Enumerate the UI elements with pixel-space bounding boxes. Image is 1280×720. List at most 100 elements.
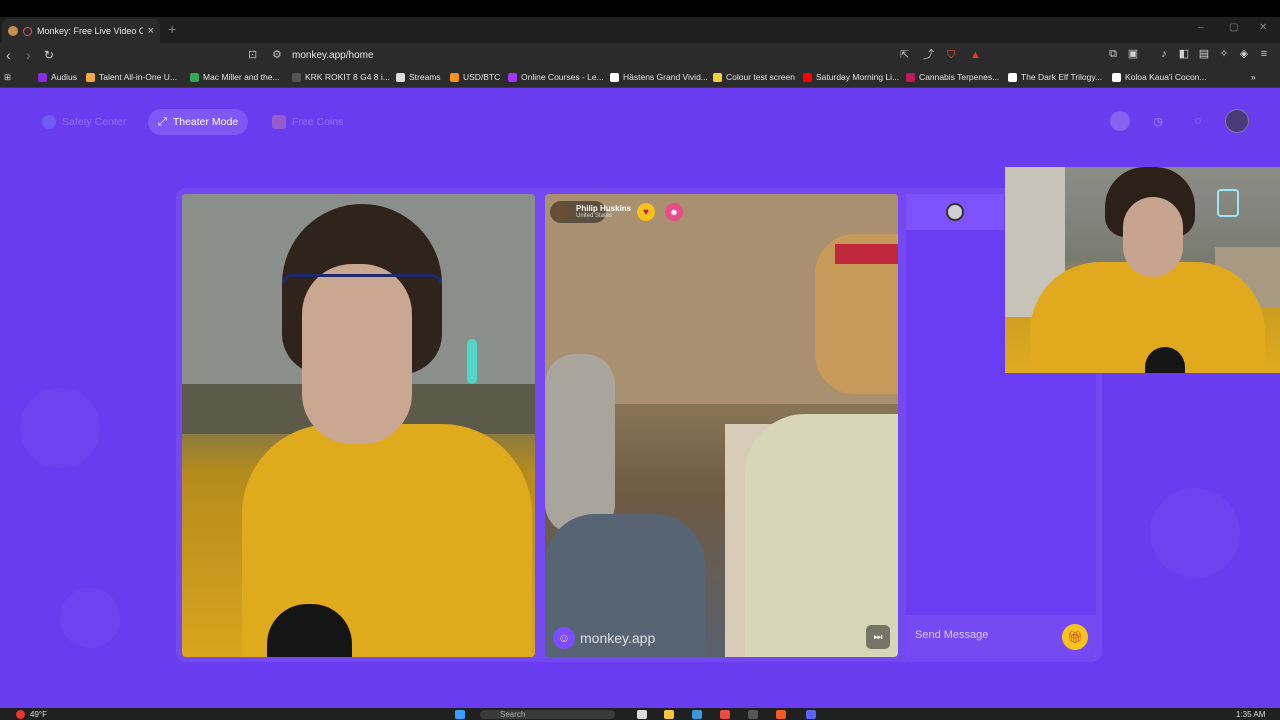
bookmark-item[interactable]: Talent All-in-One U...	[86, 72, 177, 82]
app-icon[interactable]	[748, 710, 758, 719]
messages-icon[interactable]: ◌	[1188, 111, 1208, 131]
clock-time[interactable]: 1:35 AM	[1236, 710, 1265, 719]
theater-mode-button[interactable]: ⤢ Theater Mode	[148, 109, 249, 135]
neon-sign	[1217, 189, 1239, 217]
wallet-icon[interactable]: ▣	[1127, 48, 1139, 60]
bookmark-favicon-icon	[713, 72, 722, 82]
safety-center-link[interactable]: Safety Center	[32, 109, 136, 135]
bookmark-label: Colour test screen	[726, 72, 795, 82]
chat-partner-avatar[interactable]	[946, 203, 964, 221]
bookmark-label: Koloa Kaua'i Cocon...	[1125, 72, 1207, 82]
bookmark-item[interactable]: Hästens Grand Vivid...	[610, 72, 708, 82]
send-message-placeholder: Send Message	[915, 629, 989, 641]
bg-decoration	[60, 588, 120, 648]
monkey-watermark: ☺ monkey.app	[553, 627, 655, 649]
heart-icon[interactable]: ♥	[637, 203, 655, 221]
task-view-icon[interactable]	[637, 710, 647, 719]
menu-icon[interactable]: ≡	[1258, 48, 1270, 60]
bookmark-label: Cannabis Terpenes...	[919, 72, 1000, 82]
bookmark-item[interactable]: Cannabis Terpenes...	[906, 72, 999, 82]
windows-start-icon[interactable]	[455, 710, 465, 719]
bookmark-label: USD/BTC	[463, 72, 501, 82]
weather-text[interactable]: 49°F	[30, 710, 47, 719]
wallet-alt-icon[interactable]: ▤	[1198, 48, 1210, 60]
maximize-button[interactable]: ▢	[1229, 22, 1238, 33]
bookmark-item[interactable]: Koloa Kaua'i Cocon...	[1112, 72, 1206, 82]
bookmark-item[interactable]: USD/BTC	[450, 72, 500, 82]
bookmark-favicon-icon	[1008, 72, 1017, 82]
coins-icon	[272, 115, 286, 129]
store-icon[interactable]	[692, 710, 702, 719]
tab-strip: Monkey: Free Live Video Chat × + – ▢ ✕	[0, 17, 1280, 43]
bookmark-favicon-icon	[292, 72, 301, 82]
bookmark-label: Saturday Morning Li...	[816, 72, 900, 82]
send-message-input[interactable]: Send Message 🎁︎	[906, 615, 1096, 657]
minimize-button[interactable]: –	[1198, 22, 1204, 33]
bookmark-label: Hästens Grand Vivid...	[623, 72, 708, 82]
bookmark-item[interactable]: The Dark Elf Trilogy...	[1008, 72, 1102, 82]
extensions-icon[interactable]: ⧉	[1107, 48, 1119, 60]
chat-header	[906, 194, 1004, 230]
apps-grid-icon[interactable]: ⊞	[4, 72, 11, 83]
brave-rewards-icon[interactable]: ▲	[970, 49, 981, 61]
skip-next-button[interactable]: ⏭	[866, 625, 890, 649]
bookmark-item[interactable]: Streams	[396, 72, 441, 82]
sidebar-icon[interactable]: ◧	[1178, 48, 1190, 60]
music-icon[interactable]: ♪	[1158, 48, 1170, 60]
more-bookmarks-icon[interactable]: »	[1251, 72, 1256, 82]
man-right-shirt	[745, 414, 898, 657]
shield-icon	[42, 115, 56, 129]
gift-icon[interactable]: 🎁︎	[1062, 624, 1088, 650]
bookmark-item[interactable]: Colour test screen	[713, 72, 795, 82]
new-tab-button[interactable]: +	[168, 21, 176, 37]
share-icon[interactable]: ⤴	[923, 49, 934, 61]
bookmark-favicon-icon	[190, 72, 199, 82]
coin-balance-icon[interactable]	[1110, 111, 1130, 131]
bg-decoration	[20, 388, 100, 468]
open-external-icon[interactable]: ⇱	[900, 49, 909, 61]
bookmark-item[interactable]: Saturday Morning Li...	[803, 72, 899, 82]
partner-info-pill[interactable]: Philip Huskins United States	[550, 201, 631, 223]
bookmark-item[interactable]: KRK ROKIT 8 G4 8 i...	[292, 72, 390, 82]
brave-taskbar-icon[interactable]	[776, 710, 786, 719]
address-row: ‹ › ↻ ⊡ ⚙ monkey.app/home ⇱ ⤴ ⛉ ▲ ⧉ ▣ ♪ …	[0, 43, 1280, 68]
leo-ai-icon[interactable]: ✧	[1218, 48, 1230, 60]
site-info-icon[interactable]: ⚙	[272, 49, 282, 61]
red-headband	[835, 244, 898, 264]
windows-taskbar: 49°F Search 1:35 AM	[0, 708, 1280, 720]
weather-badge-icon	[16, 710, 25, 719]
headphones	[282, 274, 442, 284]
bookmark-item[interactable]: Audius	[38, 72, 77, 82]
history-clock-icon[interactable]: ◷	[1148, 111, 1168, 131]
close-window-button[interactable]: ✕	[1259, 22, 1267, 33]
brave-shields-icon[interactable]: ⛉	[947, 49, 955, 61]
window-titlebar	[0, 0, 1280, 17]
bookmark-label: Online Courses - Le...	[521, 72, 604, 82]
reload-icon[interactable]: ↻	[44, 47, 54, 63]
url-text[interactable]: monkey.app/home	[292, 50, 374, 61]
file-explorer-icon[interactable]	[664, 710, 674, 719]
monkey-logo-icon: ☺	[553, 627, 575, 649]
partner-avatar	[553, 204, 569, 220]
discord-icon[interactable]	[806, 710, 816, 719]
gift-badge-icon[interactable]: ☻	[665, 203, 683, 221]
bookmark-item[interactable]: Online Courses - Le...	[508, 72, 604, 82]
bookmark-star-icon[interactable]: ⊡	[248, 49, 257, 61]
tab-close-button[interactable]: ×	[148, 25, 154, 37]
partner-country: United States	[576, 213, 613, 219]
lava-lamp	[467, 339, 477, 384]
address-bar[interactable]: ⊡ ⚙ monkey.app/home ⇱ ⤴ ⛉ ▲	[240, 45, 1000, 66]
profile-avatar[interactable]	[1225, 109, 1249, 133]
bookmark-favicon-icon	[86, 72, 95, 82]
vpn-icon[interactable]: ◈	[1238, 48, 1250, 60]
bookmark-favicon-icon	[508, 72, 517, 82]
bookmark-item[interactable]: Mac Miller and the...	[190, 72, 280, 82]
free-coins-link[interactable]: Free Coins	[262, 109, 353, 135]
bookmark-favicon-icon	[610, 72, 619, 82]
back-arrow-icon[interactable]: ‹	[6, 47, 11, 63]
tab-monkey[interactable]: Monkey: Free Live Video Chat ×	[2, 19, 160, 43]
webcam-overlay	[1005, 167, 1280, 373]
forward-arrow-icon[interactable]: ›	[26, 47, 31, 63]
app-icon[interactable]	[720, 710, 730, 719]
bg-decoration	[1150, 488, 1240, 578]
